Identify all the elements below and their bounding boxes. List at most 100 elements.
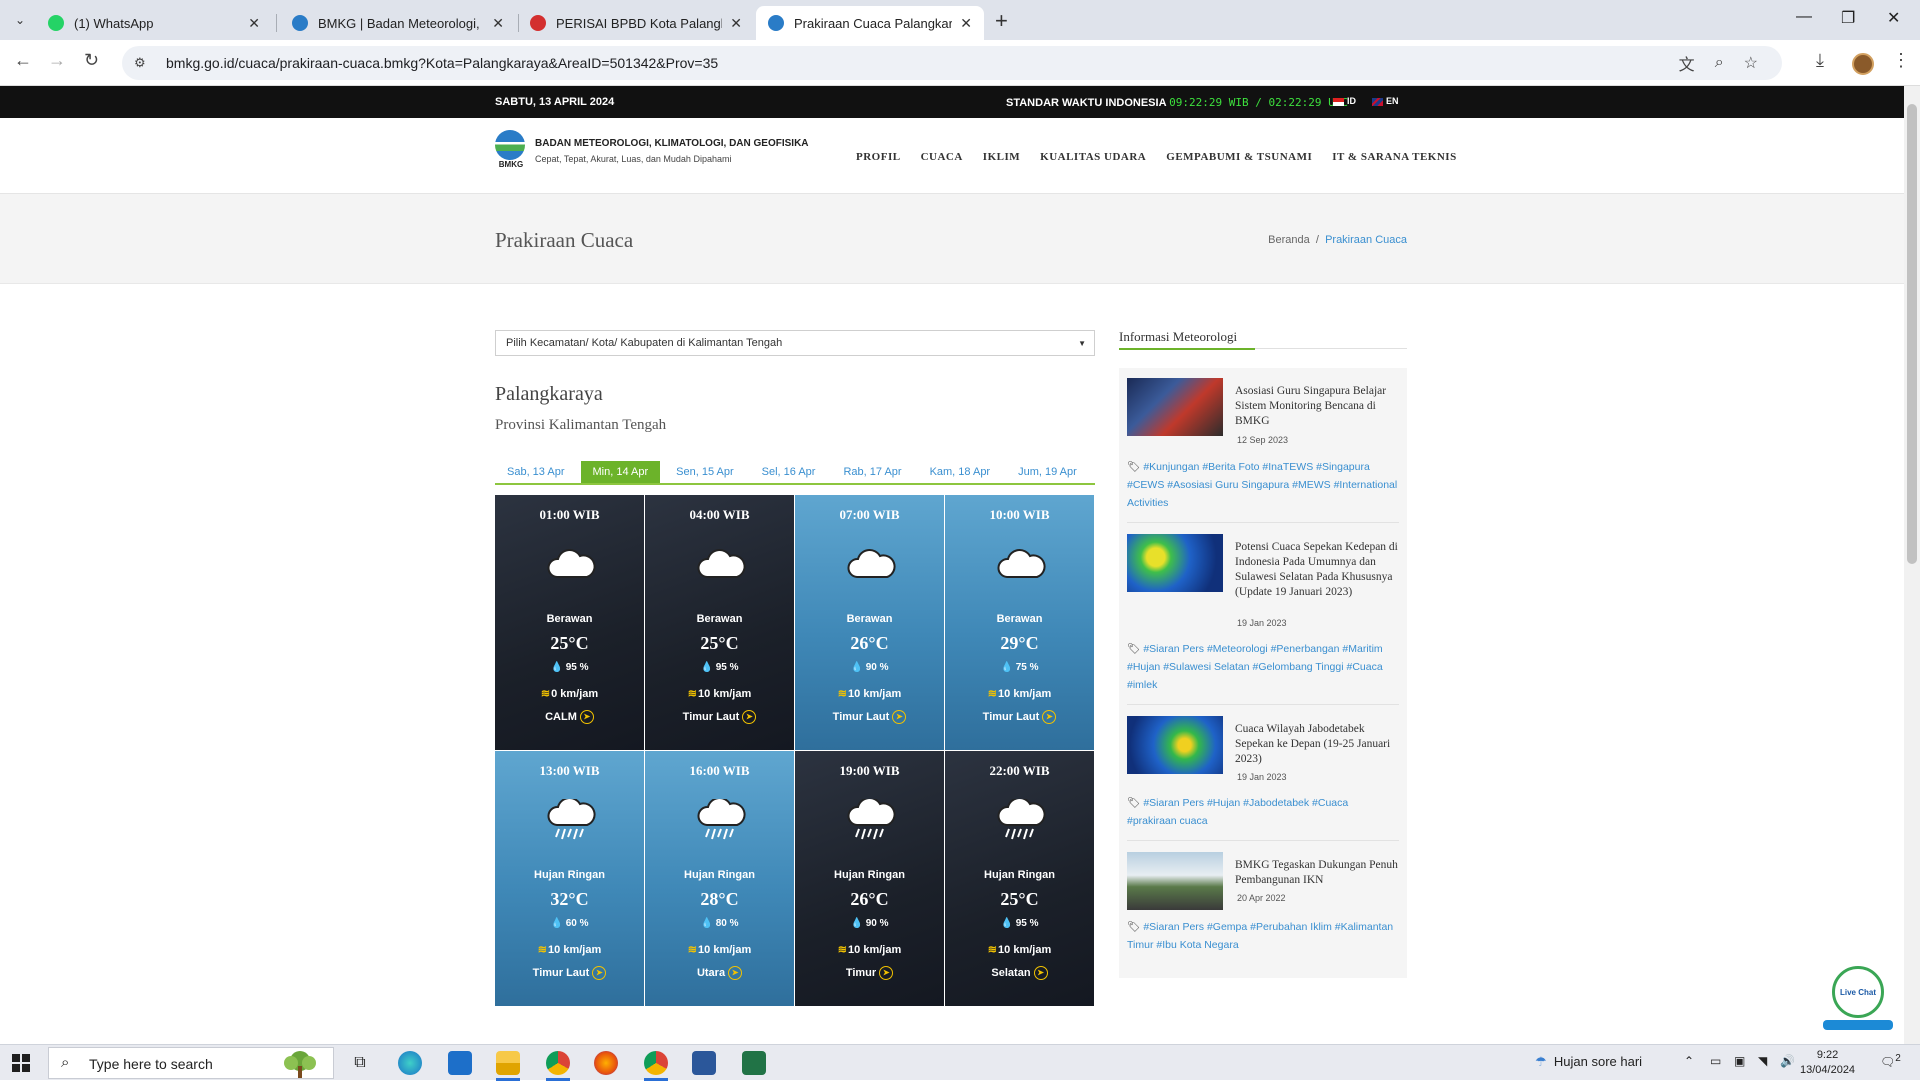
taskbar-search[interactable]: ⌕ Type here to search bbox=[48, 1047, 334, 1079]
day-tab-mon[interactable]: Sen, 15 Apr bbox=[664, 461, 746, 483]
tab-prakiraan-cuaca[interactable]: Prakiraan Cuaca Palangkaraya - ✕ bbox=[756, 6, 984, 40]
live-chat-icon[interactable]: Live Chat bbox=[1832, 966, 1884, 1018]
nav-kualitas-udara[interactable]: KUALITAS UDARA bbox=[1040, 151, 1146, 163]
show-hidden-icons-chevron-icon[interactable]: ⌃ bbox=[1684, 1054, 1694, 1068]
news-tags[interactable]: 🏷 #Kunjungan #Berita Foto #InaTEWS #Singa… bbox=[1127, 458, 1399, 512]
forecast-humidity: 💧 95 % bbox=[645, 662, 794, 673]
nav-iklim[interactable]: IKLIM bbox=[983, 151, 1020, 163]
nav-cuaca[interactable]: CUACA bbox=[921, 151, 963, 163]
firefox-icon[interactable] bbox=[594, 1051, 618, 1075]
forecast-direction-value: Utara bbox=[696, 966, 726, 979]
bookmark-star-icon[interactable]: ☆ bbox=[1744, 53, 1758, 73]
nav-it-sarana-teknis[interactable]: IT & SARANA TEKNIS bbox=[1332, 151, 1456, 163]
location-select[interactable]: Pilih Kecamatan/ Kota/ Kabupaten di Kali… bbox=[495, 330, 1095, 356]
language-en[interactable]: EN bbox=[1372, 96, 1399, 106]
compass-icon: ➤ bbox=[892, 710, 907, 724]
news-tags-text[interactable]: #Siaran Pers #Gempa #Perubahan Iklim #Ka… bbox=[1127, 921, 1393, 951]
day-tab-wed[interactable]: Rab, 17 Apr bbox=[831, 461, 913, 483]
menu-kebab-icon[interactable]: ⋮ bbox=[1892, 50, 1910, 71]
download-icon[interactable]: ⤓ bbox=[1816, 50, 1824, 71]
chrome-profile-icon[interactable] bbox=[644, 1051, 668, 1075]
language-id[interactable]: ID bbox=[1333, 96, 1356, 106]
close-tab-icon[interactable]: ✕ bbox=[952, 15, 972, 32]
forecast-time: 19:00 WIB bbox=[839, 763, 900, 778]
display-icon[interactable]: ▣ bbox=[1734, 1054, 1745, 1068]
news-thumbnail[interactable] bbox=[1127, 378, 1223, 436]
news-thumbnail[interactable] bbox=[1127, 534, 1223, 592]
close-window-icon[interactable]: ✕ bbox=[1887, 8, 1900, 28]
forward-arrow-icon[interactable]: → bbox=[48, 50, 66, 71]
day-tab-sun-active[interactable]: Min, 14 Apr bbox=[580, 461, 661, 483]
translate-icon[interactable]: 文 bbox=[1679, 51, 1695, 75]
forecast-humidity-value: 90 % bbox=[865, 918, 889, 929]
day-tab-fri[interactable]: Jum, 19 Apr bbox=[1006, 461, 1089, 483]
close-tab-icon[interactable]: ✕ bbox=[722, 15, 742, 32]
chrome-icon[interactable] bbox=[546, 1051, 570, 1075]
page-scrollbar[interactable] bbox=[1904, 86, 1920, 1044]
news-tags-text[interactable]: #Kunjungan #Berita Foto #InaTEWS #Singap… bbox=[1127, 461, 1397, 509]
edge-icon[interactable] bbox=[398, 1051, 422, 1075]
live-chat-banner[interactable] bbox=[1823, 1020, 1893, 1030]
news-title[interactable]: Asosiasi Guru Singapura Belajar Sistem M… bbox=[1235, 384, 1399, 429]
nav-gempabumi-tsunami[interactable]: GEMPABUMI & TSUNAMI bbox=[1166, 151, 1312, 163]
tab-search-chevron-icon[interactable]: ⌄ bbox=[8, 8, 32, 32]
forecast-temperature: 28°C bbox=[700, 889, 739, 909]
nav-profil[interactable]: PROFIL bbox=[856, 151, 901, 163]
live-chat-widget[interactable]: Live Chat bbox=[1823, 966, 1893, 1038]
news-thumbnail[interactable] bbox=[1127, 852, 1223, 910]
news-thumbnail[interactable] bbox=[1127, 716, 1223, 774]
taskbar-clock[interactable]: 9:22 13/04/2024 bbox=[1800, 1048, 1855, 1078]
day-tab-tue[interactable]: Sel, 16 Apr bbox=[750, 461, 828, 483]
site-header: BMKG BADAN METEOROLOGI, KLIMATOLOGI, DAN… bbox=[0, 118, 1904, 194]
forecast-wind-direction: Timur Laut ➤ bbox=[645, 710, 794, 724]
mail-icon[interactable] bbox=[448, 1051, 472, 1075]
taskbar-weather[interactable]: ☂ Hujan sore hari bbox=[1535, 1054, 1642, 1070]
news-date: 19 Jan 2023 bbox=[1237, 618, 1287, 628]
address-bar[interactable]: ⚙ bmkg.go.id/cuaca/prakiraan-cuaca.bmkg?… bbox=[122, 46, 1782, 80]
news-tags-text[interactable]: #Siaran Pers #Meteorologi #Penerbangan #… bbox=[1127, 643, 1383, 691]
file-explorer-icon[interactable] bbox=[496, 1051, 520, 1075]
word-icon[interactable] bbox=[692, 1051, 716, 1075]
scrollbar-thumb[interactable] bbox=[1907, 104, 1917, 564]
forecast-time: 04:00 WIB bbox=[689, 507, 750, 522]
back-arrow-icon[interactable]: ← bbox=[14, 50, 32, 71]
tab-whatsapp[interactable]: (1) WhatsApp ✕ bbox=[36, 6, 272, 40]
new-tab-button[interactable]: + bbox=[995, 8, 1008, 34]
excel-icon[interactable] bbox=[742, 1051, 766, 1075]
news-tags[interactable]: 🏷 #Siaran Pers #Hujan #Jabodetabek #Cuaca… bbox=[1127, 794, 1399, 830]
news-tags[interactable]: 🏷 #Siaran Pers #Gempa #Perubahan Iklim #K… bbox=[1127, 918, 1399, 954]
news-tags-text[interactable]: #Siaran Pers #Hujan #Jabodetabek #Cuaca … bbox=[1127, 797, 1348, 827]
news-title[interactable]: Potensi Cuaca Sepekan Kedepan di Indones… bbox=[1235, 540, 1399, 600]
day-tab-sat[interactable]: Sab, 13 Apr bbox=[495, 461, 577, 483]
tab-bmkg[interactable]: BMKG | Badan Meteorologi, Klim ✕ bbox=[280, 6, 516, 40]
site-info-icon[interactable]: ⚙ bbox=[134, 55, 158, 71]
task-view-icon[interactable]: ⧉ bbox=[348, 1051, 372, 1075]
news-title[interactable]: BMKG Tegaskan Dukungan Penuh Pembangunan… bbox=[1235, 858, 1399, 888]
web-page: SABTU, 13 APRIL 2024 STANDAR WAKTU INDON… bbox=[0, 86, 1904, 1044]
sidebar-rule bbox=[1119, 348, 1407, 350]
forecast-temperature: 25°C bbox=[550, 633, 589, 653]
windows-start-icon[interactable] bbox=[12, 1054, 30, 1072]
bmkg-icon bbox=[768, 15, 784, 31]
minimize-icon[interactable]: — bbox=[1796, 8, 1812, 26]
news-title[interactable]: Cuaca Wilayah Jabodetabek Sepekan ke Dep… bbox=[1235, 722, 1399, 767]
battery-icon[interactable]: ▭ bbox=[1710, 1054, 1721, 1068]
restore-icon[interactable]: ❐ bbox=[1841, 8, 1855, 28]
profile-avatar[interactable] bbox=[1852, 53, 1874, 75]
forecast-wind-direction: CALM ➤ bbox=[495, 710, 644, 724]
notification-icon[interactable]: 🗨2 bbox=[1880, 1053, 1901, 1069]
close-tab-icon[interactable]: ✕ bbox=[240, 15, 260, 32]
url-text[interactable]: bmkg.go.id/cuaca/prakiraan-cuaca.bmkg?Ko… bbox=[166, 55, 718, 71]
day-tab-thu[interactable]: Kam, 18 Apr bbox=[918, 461, 1003, 483]
tab-perisai[interactable]: PERISAI BPBD Kota Palangka Ra ✕ bbox=[518, 6, 754, 40]
volume-icon[interactable]: 🔊 bbox=[1780, 1054, 1795, 1068]
wifi-icon[interactable]: ◥ bbox=[1758, 1054, 1767, 1068]
language-en-label: EN bbox=[1386, 96, 1399, 106]
news-tags[interactable]: 🏷 #Siaran Pers #Meteorologi #Penerbangan … bbox=[1127, 640, 1399, 694]
reload-icon[interactable]: ↻ bbox=[84, 50, 99, 71]
close-tab-icon[interactable]: ✕ bbox=[484, 15, 504, 32]
bmkg-logo[interactable]: BMKG bbox=[495, 130, 527, 172]
breadcrumb-home[interactable]: Beranda bbox=[1268, 234, 1310, 246]
zoom-icon[interactable]: ⌕ bbox=[1715, 54, 1724, 72]
forecast-condition: Berawan bbox=[696, 613, 743, 625]
